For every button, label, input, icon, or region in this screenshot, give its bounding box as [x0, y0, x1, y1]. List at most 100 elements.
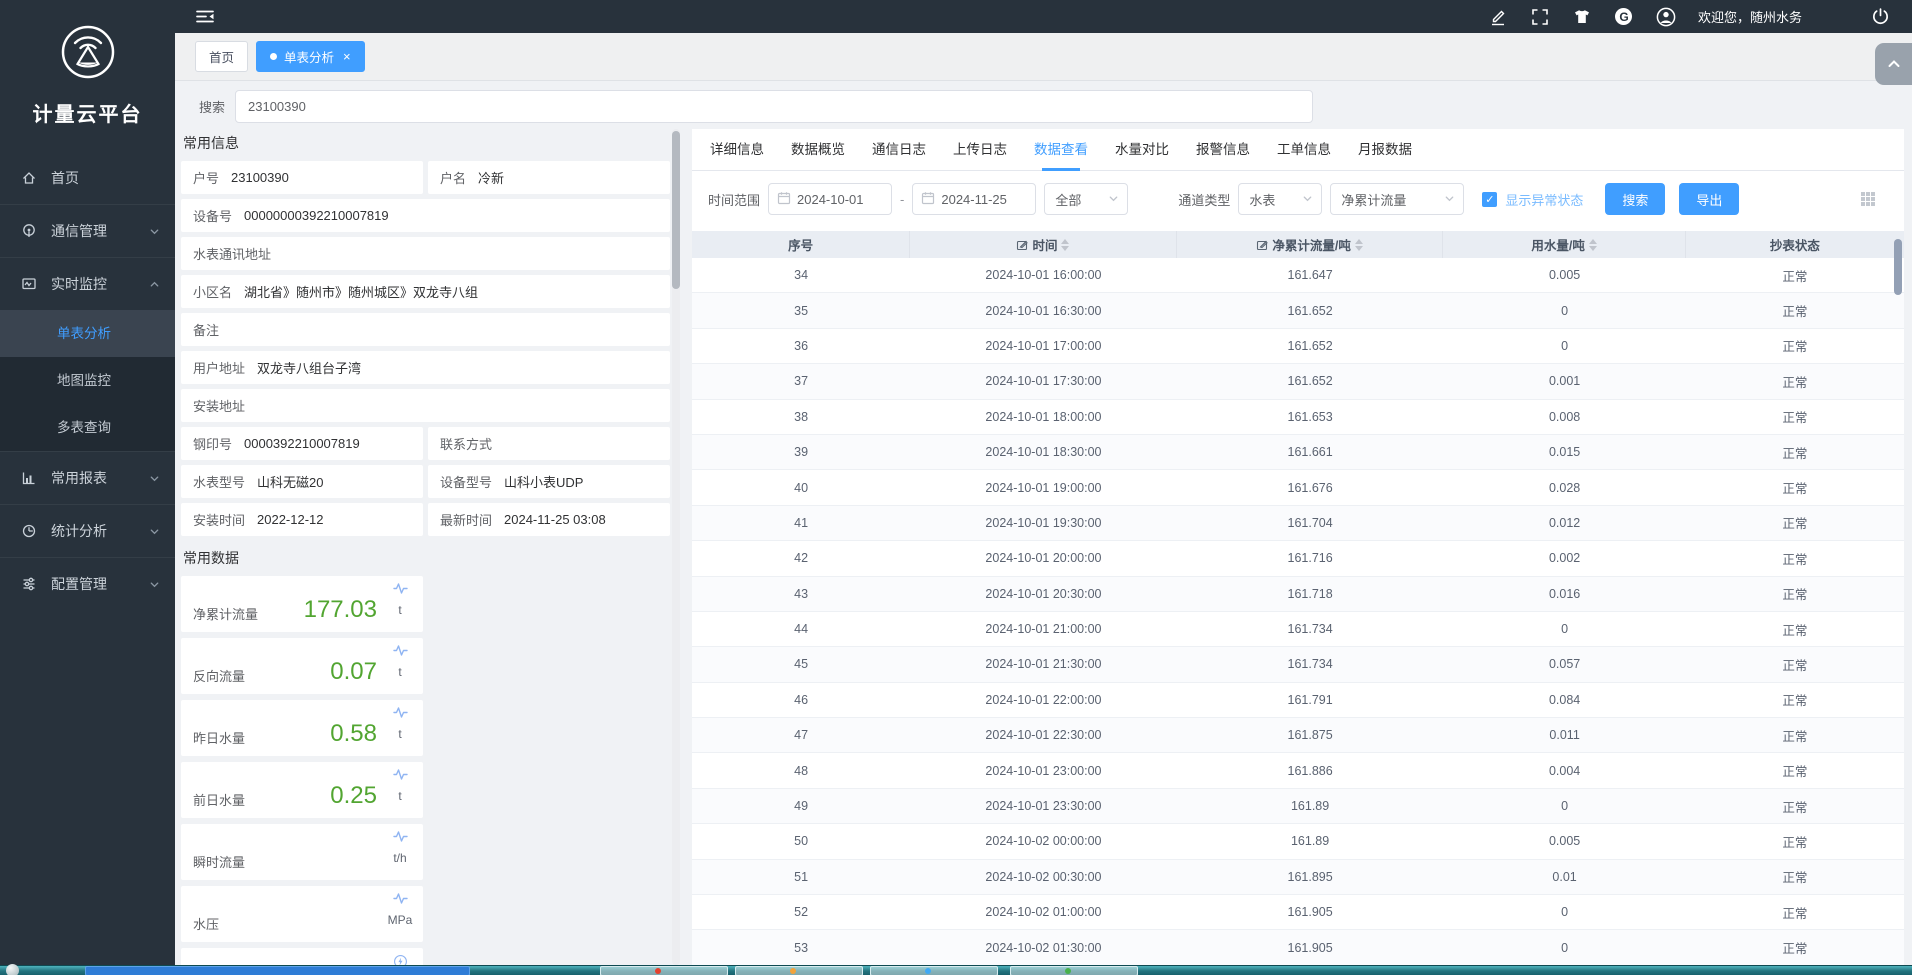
column-settings-grid-icon[interactable] [1860, 191, 1876, 207]
info-field: 户名冷新 [428, 161, 670, 194]
export-button[interactable]: 导出 [1679, 183, 1739, 215]
sidebar-item-config-mgmt[interactable]: 配置管理 [0, 557, 175, 610]
table-row[interactable]: 482024-10-01 23:00:00161.8860.004正常 [692, 753, 1904, 788]
tab-water-compare[interactable]: 水量对比 [1115, 129, 1169, 171]
end-date-input[interactable]: 2024-11-25 [912, 183, 1036, 215]
search-button[interactable]: 搜索 [1605, 183, 1665, 215]
field-label: 联系方式 [440, 434, 492, 453]
sidebar-item-common-reports[interactable]: 常用报表 [0, 451, 175, 504]
tab-upload-log[interactable]: 上传日志 [953, 129, 1007, 171]
edit-icon[interactable] [1488, 7, 1508, 27]
tab-detail-info[interactable]: 详细信息 [710, 129, 764, 171]
collapse-sidebar-icon[interactable] [195, 7, 215, 27]
abnormal-status-label[interactable]: 显示异常状态 [1505, 190, 1583, 209]
taskbar-active-window[interactable] [85, 966, 470, 975]
sidebar-item-home[interactable]: 首页 [0, 151, 175, 204]
field-value: 冷新 [478, 168, 504, 187]
sort-carets[interactable] [1355, 239, 1363, 251]
table-row[interactable]: 342024-10-01 16:00:00161.6470.005正常 [692, 258, 1904, 293]
app-icon [790, 968, 796, 974]
table-row[interactable]: 502024-10-02 00:00:00161.890.005正常 [692, 824, 1904, 859]
sidebar-item-comm-mgmt[interactable]: 通信管理 [0, 204, 175, 257]
info-field: 设备号00000000392210007819 [181, 199, 670, 232]
stat-unit: t [398, 665, 401, 679]
fullscreen-icon[interactable] [1530, 7, 1550, 27]
abnormal-status-checkbox[interactable]: ✓ [1482, 192, 1497, 207]
content-area: 搜索 常用信息 户号23100390户名冷新设备号000000003922100… [175, 81, 1912, 975]
table-row[interactable]: 382024-10-01 18:00:00161.6530.008正常 [692, 400, 1904, 435]
table-row[interactable]: 412024-10-01 19:30:00161.7040.012正常 [692, 506, 1904, 541]
avatar-icon[interactable] [1656, 7, 1676, 27]
sidebar-menu: 首页通信管理实时监控单表分析地图监控多表查询常用报表统计分析配置管理 [0, 151, 175, 610]
sidebar-item-realtime-monitor[interactable]: 实时监控 [0, 257, 175, 310]
table-row[interactable]: 402024-10-01 19:00:00161.6760.028正常 [692, 470, 1904, 505]
scrollbar-thumb[interactable] [672, 131, 680, 289]
table-row[interactable]: 422024-10-01 20:00:00161.7160.002正常 [692, 541, 1904, 576]
monitor-icon [20, 275, 38, 293]
close-icon[interactable]: × [343, 49, 351, 64]
table-row[interactable]: 362024-10-01 17:00:00161.6520正常 [692, 329, 1904, 364]
theme-shirt-icon[interactable] [1572, 7, 1592, 27]
stat-value: 0.25 [330, 782, 377, 810]
table-row[interactable]: 372024-10-01 17:30:00161.6520.001正常 [692, 364, 1904, 399]
metric-select[interactable]: 净累计流量 [1330, 183, 1464, 215]
table-row[interactable]: 452024-10-01 21:30:00161.7340.057正常 [692, 647, 1904, 682]
info-field: 安装时间2022-12-12 [181, 503, 423, 536]
taskbar-window-button[interactable] [600, 966, 728, 975]
table-scrollbar-thumb[interactable] [1894, 239, 1902, 295]
field-label: 最新时间 [440, 510, 492, 529]
table-row[interactable]: 532024-10-02 01:30:00161.9050正常 [692, 930, 1904, 965]
info-field: 水表型号山科无磁20 [181, 465, 423, 498]
sidebar-item-multi-meter-query[interactable]: 多表查询 [0, 404, 175, 451]
field-label: 户名 [440, 168, 466, 187]
start-button[interactable] [6, 964, 19, 975]
sliders-icon [20, 575, 38, 593]
field-label: 小区名 [193, 282, 232, 301]
tab-monthly-report[interactable]: 月报数据 [1358, 129, 1412, 171]
sidebar-item-stats-analysis[interactable]: 统计分析 [0, 504, 175, 557]
collapse-panel-button[interactable] [1875, 43, 1912, 85]
tab-home[interactable]: 首页 [195, 41, 248, 72]
column-header: 序号 [692, 231, 910, 258]
sort-carets[interactable] [1589, 239, 1597, 251]
interval-select[interactable]: 全部 [1044, 183, 1128, 215]
tab-data-view[interactable]: 数据查看 [1034, 129, 1088, 171]
app-icon [925, 968, 931, 974]
sort-carets[interactable] [1061, 239, 1069, 251]
taskbar-window-button[interactable] [1010, 966, 1138, 975]
g-translate-icon[interactable]: G [1614, 7, 1634, 27]
table-row[interactable]: 432024-10-01 20:30:00161.7180.016正常 [692, 577, 1904, 612]
search-input[interactable] [235, 90, 1313, 123]
sidebar-item-map-monitor[interactable]: 地图监控 [0, 357, 175, 404]
table-row[interactable]: 462024-10-01 22:00:00161.7910.084正常 [692, 683, 1904, 718]
table-row[interactable]: 472024-10-01 22:30:00161.8750.011正常 [692, 718, 1904, 753]
table-row[interactable]: 522024-10-02 01:00:00161.9050正常 [692, 895, 1904, 930]
table-row[interactable]: 392024-10-01 18:30:00161.6610.015正常 [692, 435, 1904, 470]
taskbar-window-button[interactable] [870, 966, 998, 975]
edit-column-icon [1016, 239, 1028, 251]
table-row[interactable]: 352024-10-01 16:30:00161.6520正常 [692, 293, 1904, 328]
stats-grid: 净累计流量177.03t反向流量0.07t昨日水量0.58t前日水量0.25t瞬… [181, 576, 670, 975]
stat-label: 净累计流量 [193, 604, 258, 623]
start-date-input[interactable]: 2024-10-01 [768, 183, 892, 215]
table-row[interactable]: 512024-10-02 00:30:00161.8950.01正常 [692, 860, 1904, 895]
sidebar-item-single-meter-analysis[interactable]: 单表分析 [0, 310, 175, 357]
tab-comm-log[interactable]: 通信日志 [872, 129, 926, 171]
wave-icon [393, 830, 408, 848]
channel-select[interactable]: 水表 [1238, 183, 1322, 215]
channel-type-label: 通道类型 [1178, 190, 1230, 209]
table-header: 序号时间净累计流量/吨用水量/吨抄表状态 [692, 231, 1904, 258]
left-panel-scrollbar[interactable] [672, 129, 680, 965]
table-row[interactable]: 492024-10-01 23:30:00161.890正常 [692, 789, 1904, 824]
tab-data-overview[interactable]: 数据概览 [791, 129, 845, 171]
tab-alarm-info[interactable]: 报警信息 [1196, 129, 1250, 171]
power-icon[interactable] [1870, 7, 1890, 27]
field-value: 0000392210007819 [244, 436, 360, 451]
table-body: 342024-10-01 16:00:00161.6470.005正常35202… [692, 258, 1904, 966]
table-row[interactable]: 442024-10-01 21:00:00161.7340正常 [692, 612, 1904, 647]
stat-card: 反向流量0.07t [181, 638, 423, 694]
tab-workorder-info[interactable]: 工单信息 [1277, 129, 1331, 171]
field-value: 23100390 [231, 170, 289, 185]
tab-single-meter-analysis[interactable]: 单表分析 × [256, 41, 365, 72]
taskbar-window-button[interactable] [735, 966, 863, 975]
